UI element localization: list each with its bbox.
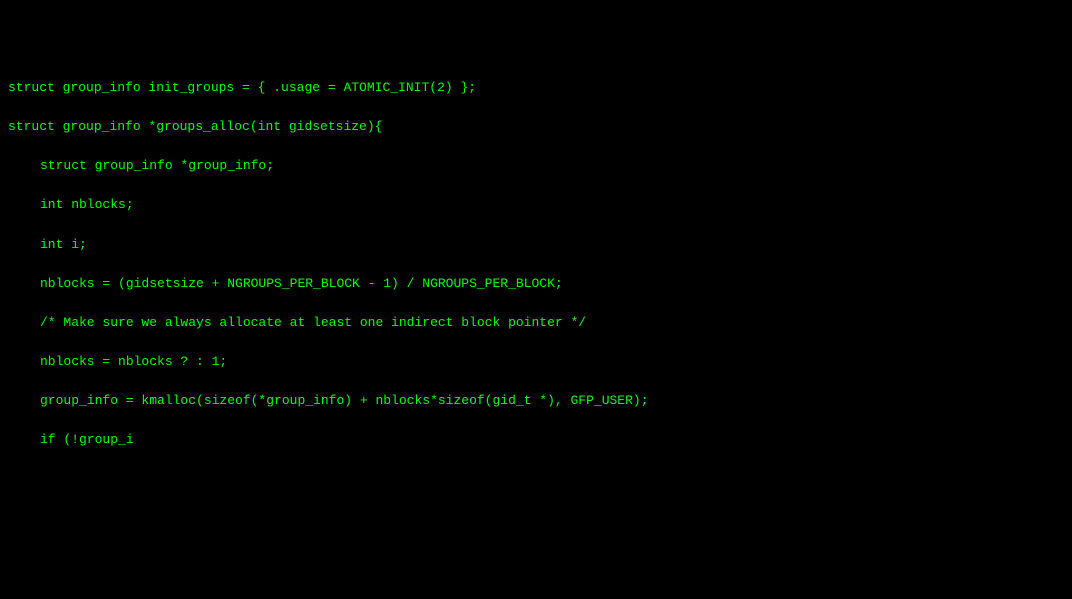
code-line: int i; bbox=[8, 236, 1064, 254]
code-line: struct group_info init_groups = { .usage… bbox=[8, 79, 1064, 97]
code-line: int nblocks; bbox=[8, 196, 1064, 214]
code-line: group_info = kmalloc(sizeof(*group_info)… bbox=[8, 392, 1064, 410]
code-line: /* Make sure we always allocate at least… bbox=[8, 314, 1064, 332]
code-line: nblocks = nblocks ? : 1; bbox=[8, 353, 1064, 371]
code-line: struct group_info *group_info; bbox=[8, 157, 1064, 175]
code-line: nblocks = (gidsetsize + NGROUPS_PER_BLOC… bbox=[8, 275, 1064, 293]
code-line: struct group_info *groups_alloc(int gids… bbox=[8, 118, 1064, 136]
code-block: struct group_info init_groups = { .usage… bbox=[8, 79, 1064, 450]
code-line: if (!group_i bbox=[8, 431, 1064, 449]
